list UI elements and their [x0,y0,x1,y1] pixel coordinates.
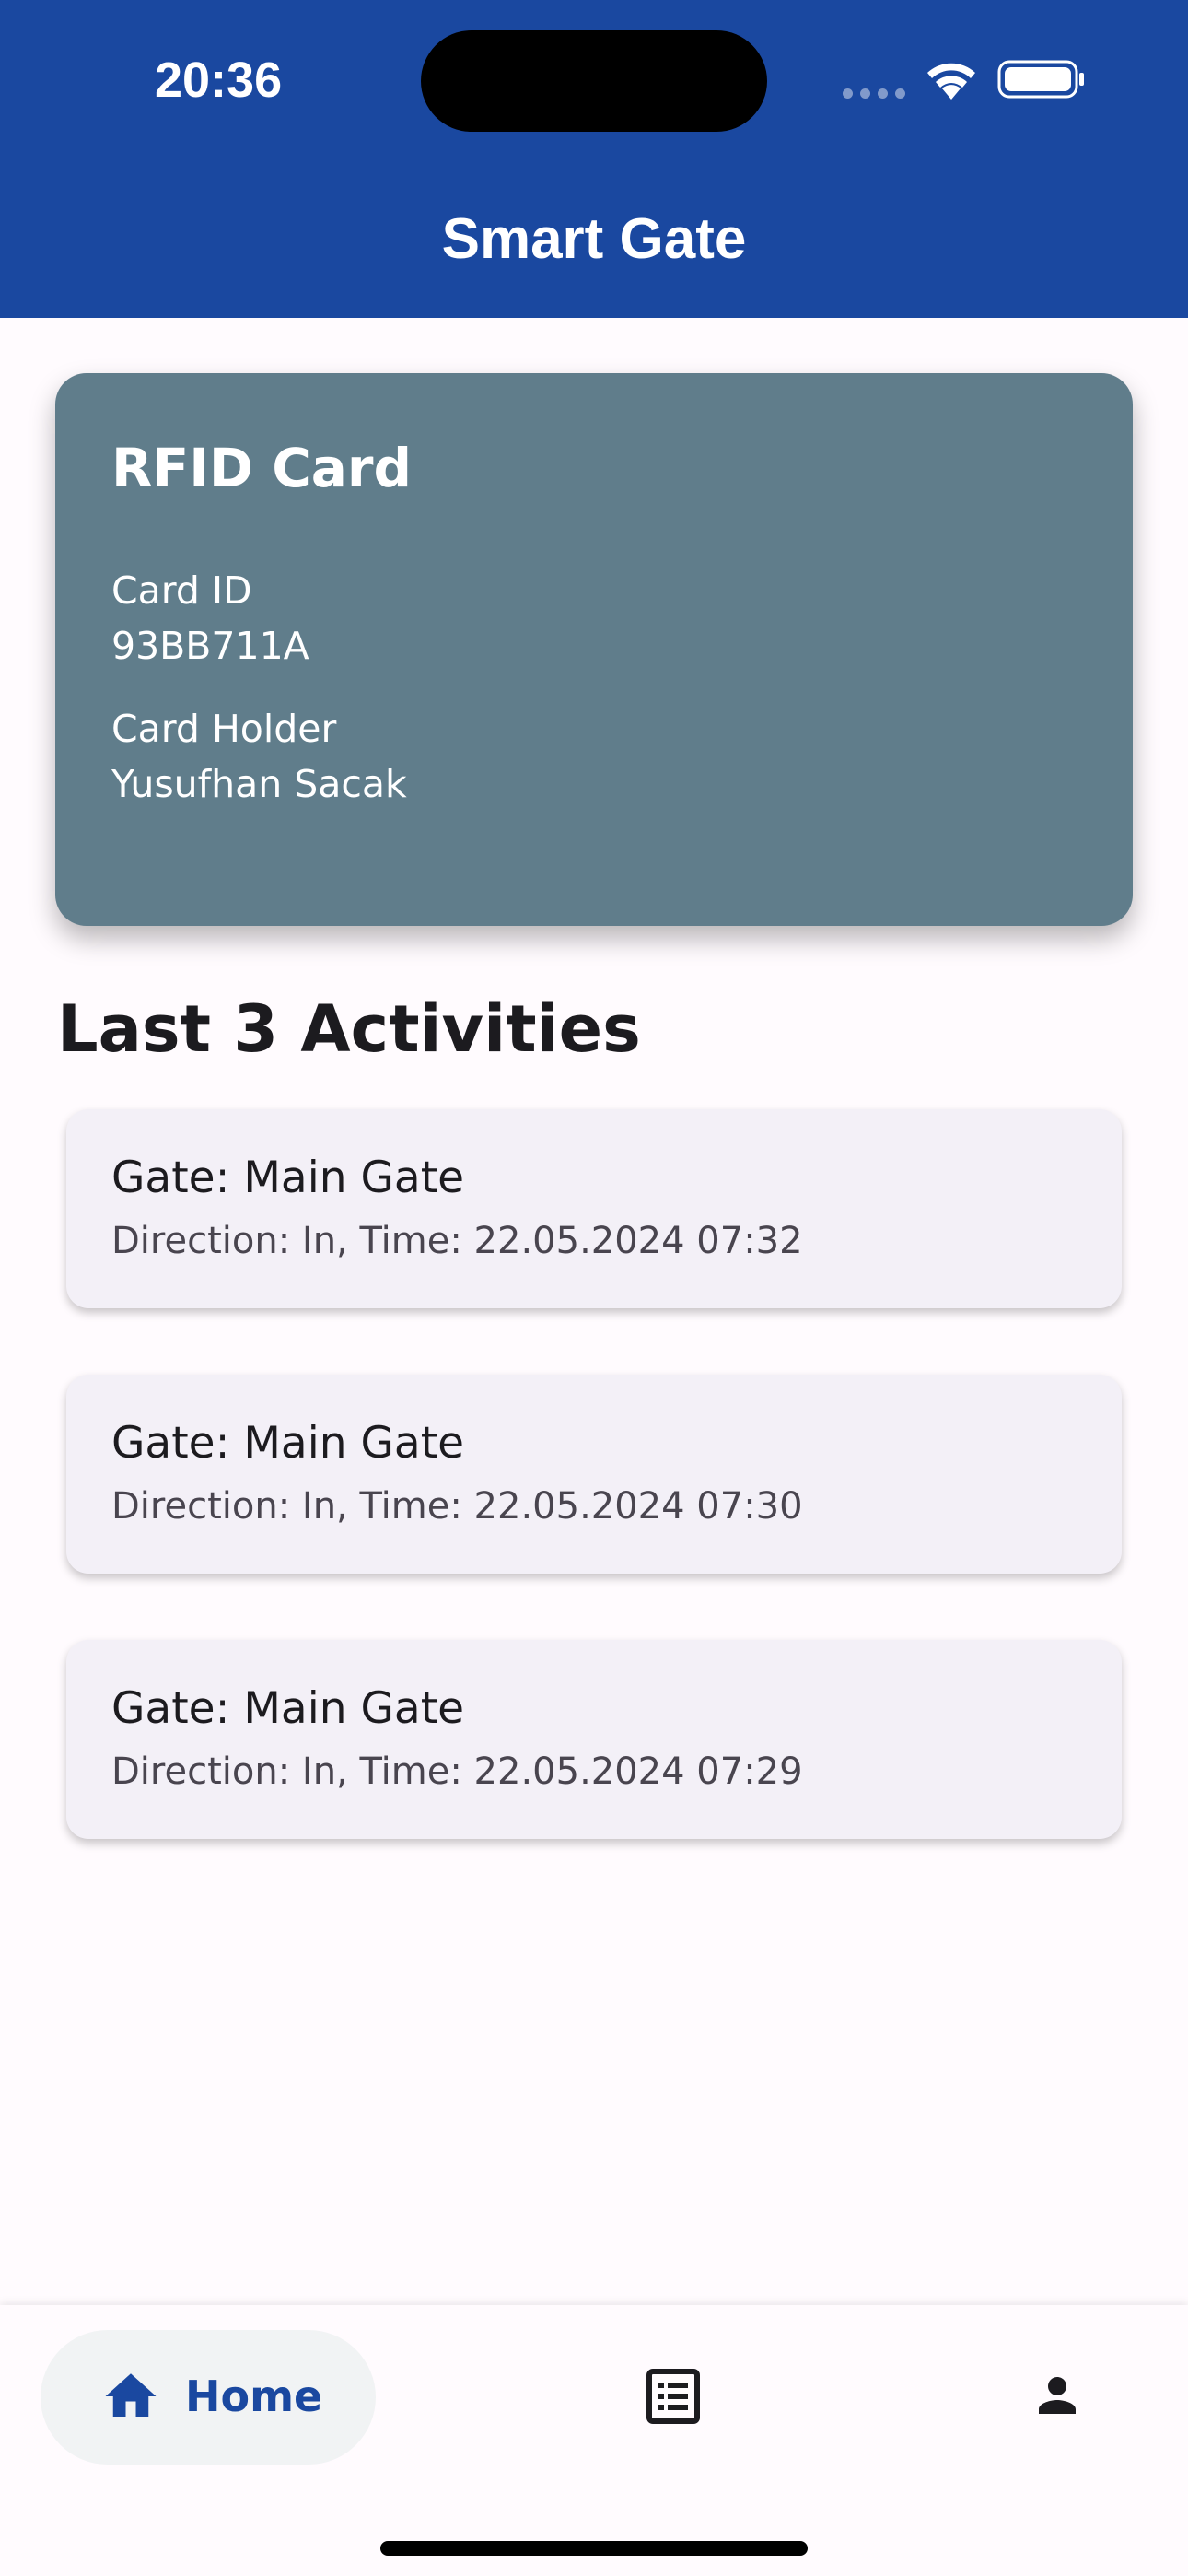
nav-item-home[interactable]: Home [41,2330,376,2465]
list-icon[interactable] [646,2368,701,2425]
bottom-navigation-bar: Home [0,2305,1188,2576]
activity-gate: Gate: Main Gate [111,1153,465,1203]
dynamic-island [421,30,767,132]
activity-card[interactable]: Gate: Main Gate Direction: In, Time: 22.… [66,1109,1122,1308]
home-indicator[interactable] [380,2541,808,2556]
person-icon[interactable] [1030,2368,1085,2423]
status-bar-time: 20:36 [155,53,283,108]
rfid-card-title: RFID Card [111,437,413,499]
page-title: Smart Gate [441,207,747,271]
card-holder-label: Card Holder [111,707,337,751]
activity-detail: Direction: In, Time: 22.05.2024 07:29 [111,1751,803,1793]
activity-detail: Direction: In, Time: 22.05.2024 07:30 [111,1485,803,1528]
battery-icon [997,60,1084,99]
cellular-signal-icon [843,88,907,100]
activity-gate: Gate: Main Gate [111,1418,465,1469]
nav-item-home-label: Home [185,2371,323,2421]
activity-card[interactable]: Gate: Main Gate Direction: In, Time: 22.… [66,1375,1122,1574]
activity-gate: Gate: Main Gate [111,1683,465,1734]
activities-section-title: Last 3 Activities [57,991,641,1067]
card-id-value: 93BB711A [111,624,309,668]
card-id-label: Card ID [111,568,252,613]
app-bar: 20:36 Smart Gate [0,0,1188,318]
card-holder-value: Yusufhan Sacak [111,762,407,806]
rfid-card: RFID Card Card ID 93BB711A Card Holder Y… [55,373,1133,926]
home-icon [105,2373,157,2417]
activity-detail: Direction: In, Time: 22.05.2024 07:32 [111,1220,803,1262]
activity-card[interactable]: Gate: Main Gate Direction: In, Time: 22.… [66,1640,1122,1839]
wifi-icon [927,63,975,100]
